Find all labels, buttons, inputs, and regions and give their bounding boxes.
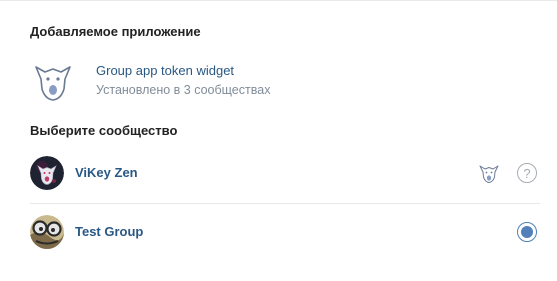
question-icon[interactable]: ?	[517, 163, 537, 183]
group-name: Test Group	[75, 224, 144, 239]
app-install-count: Установлено в 3 сообществах	[96, 82, 271, 97]
app-info: Group app token widget Установлено в 3 с…	[30, 57, 270, 103]
vk-dog-icon	[35, 66, 71, 101]
install-app-panel: Добавляемое приложение Group app token w…	[0, 0, 557, 281]
app-name-link[interactable]: Group app token widget	[96, 62, 270, 79]
vikey-zen-avatar	[30, 156, 64, 190]
test-group-avatar	[30, 215, 64, 249]
section-title-app: Добавляемое приложение	[30, 24, 201, 39]
group-actions: ?	[477, 161, 537, 185]
group-row-vikey-zen[interactable]: ViKey Zen ?	[30, 155, 540, 191]
group-name: ViKey Zen	[75, 165, 138, 180]
vk-dog-icon	[479, 165, 499, 183]
radio-selected-dot	[521, 226, 533, 238]
section-title-groups: Выберите сообщество	[30, 123, 178, 138]
group-row-test-group[interactable]: Test Group	[30, 214, 540, 250]
radio-icon[interactable]	[517, 222, 537, 242]
divider	[30, 203, 540, 204]
group-actions	[517, 222, 537, 242]
